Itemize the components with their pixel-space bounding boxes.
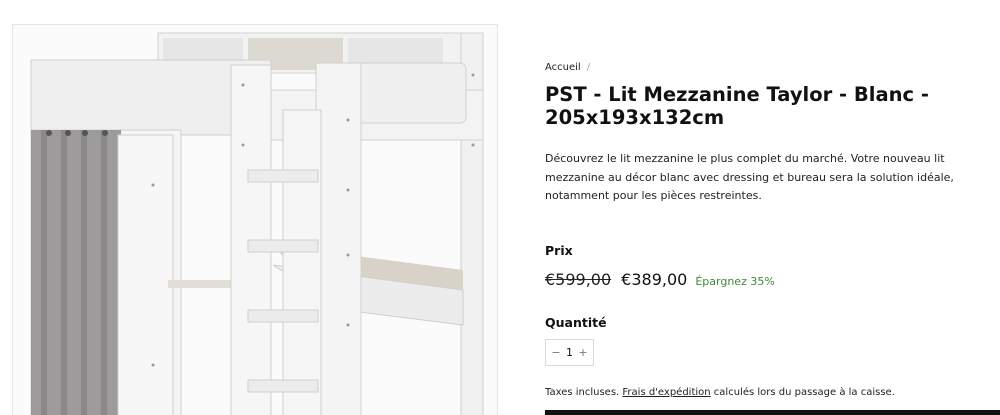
- quantity-increase-button[interactable]: +: [577, 343, 589, 363]
- quantity-input[interactable]: [562, 346, 577, 359]
- breadcrumb-separator: /: [586, 62, 591, 73]
- tax-note-prefix: Taxes incluses.: [545, 387, 620, 398]
- breadcrumb-home-link[interactable]: Accueil: [545, 62, 581, 73]
- savings-badge: Épargnez 35%: [695, 275, 775, 288]
- quantity-label: Quantité: [545, 315, 607, 330]
- price-label: Prix: [545, 243, 573, 258]
- product-title: PST - Lit Mezzanine Taylor - Blanc - 205…: [545, 83, 929, 129]
- tax-note: Taxes incluses. Frais d'expédition calcu…: [545, 387, 895, 398]
- shipping-fees-link[interactable]: Frais d'expédition: [622, 387, 710, 398]
- add-to-cart-button[interactable]: [545, 410, 1000, 415]
- quantity-decrease-button[interactable]: −: [550, 343, 562, 363]
- tax-note-suffix: calculés lors du passage à la caisse.: [713, 387, 895, 398]
- product-description: Découvrez le lit mezzanine le plus compl…: [545, 152, 954, 202]
- original-price: €599,00: [545, 270, 612, 289]
- breadcrumb: Accueil /: [545, 62, 590, 73]
- product-image-gallery[interactable]: [12, 24, 498, 415]
- product-image[interactable]: [13, 25, 498, 415]
- sale-price: €389,00: [621, 270, 688, 289]
- price-row: €599,00 €389,00 Épargnez 35%: [545, 270, 775, 289]
- quantity-stepper: − +: [545, 339, 594, 366]
